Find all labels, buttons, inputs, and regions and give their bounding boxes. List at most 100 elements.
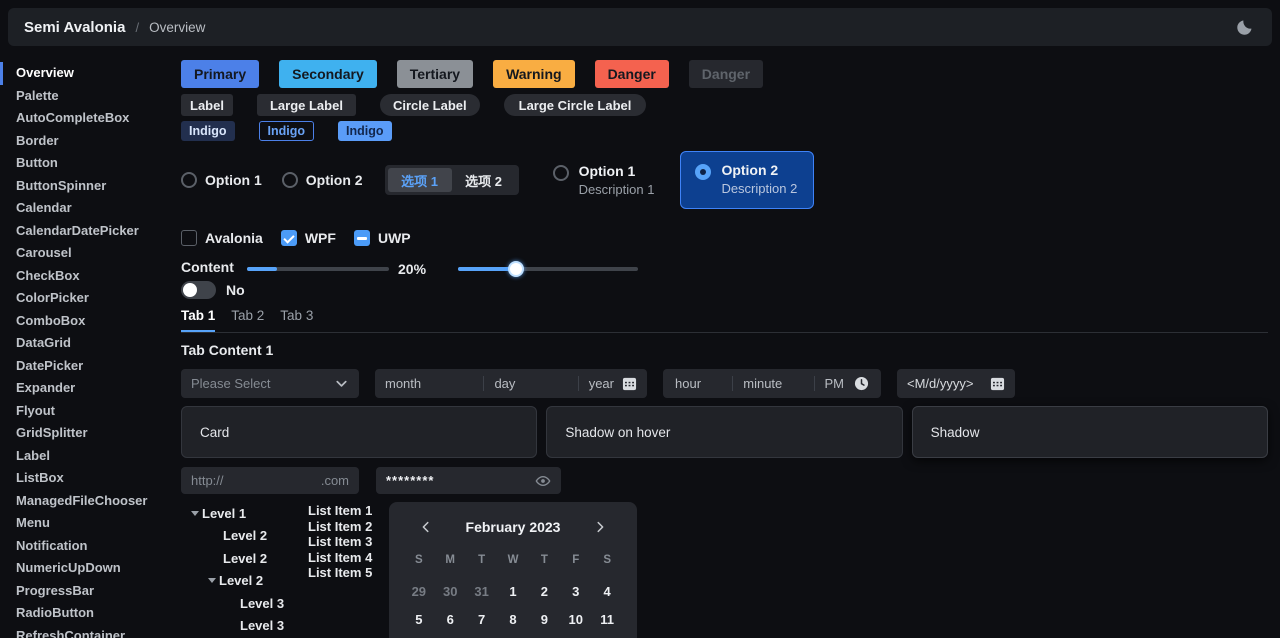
select-dropdown[interactable]: Please Select [181, 369, 359, 398]
card-shadow-on-hover[interactable]: Shadow on hover [546, 406, 902, 458]
tab-1[interactable]: Tab 1 [181, 308, 215, 332]
calendar-next-button[interactable] [589, 516, 611, 538]
calendar-date[interactable]: 12 [403, 634, 434, 638]
checkbox-avalonia[interactable]: Avalonia [181, 230, 263, 246]
tree-item-level-2[interactable]: Level 2 [181, 570, 308, 593]
sidebar-item-flyout[interactable]: Flyout [0, 400, 172, 423]
sidebar-item-colorpicker[interactable]: ColorPicker [0, 287, 172, 310]
sidebar-item-listbox[interactable]: ListBox [0, 467, 172, 490]
sidebar-item-palette[interactable]: Palette [0, 85, 172, 108]
sidebar-item-notification[interactable]: Notification [0, 535, 172, 558]
slider-thumb[interactable] [508, 261, 524, 277]
calendar-date[interactable]: 4 [591, 578, 622, 604]
list-item[interactable]: List Item 1 [308, 503, 386, 519]
triangle-down-icon[interactable] [205, 578, 219, 583]
breadcrumb-separator: / [135, 20, 139, 35]
calendar-date[interactable]: 30 [435, 578, 466, 604]
calendar-month-title[interactable]: February 2023 [466, 519, 561, 535]
segment-option-2[interactable]: 选项 2 [452, 168, 516, 192]
sidebar-item-combobox[interactable]: ComboBox [0, 310, 172, 333]
sidebar-item-expander[interactable]: Expander [0, 377, 172, 400]
slider-1[interactable] [247, 267, 389, 271]
calendar-date[interactable]: 13 [435, 634, 466, 638]
sidebar-item-button[interactable]: Button [0, 152, 172, 175]
radio-card-option-1[interactable]: Option 1 Description 1 [547, 159, 661, 201]
sidebar-item-datagrid[interactable]: DataGrid [0, 332, 172, 355]
calendar-date[interactable]: 10 [560, 606, 591, 632]
url-input[interactable]: http:// .com [181, 467, 359, 494]
checkbox-wpf[interactable]: WPF [281, 230, 336, 246]
segment-option-1[interactable]: 选项 1 [388, 168, 452, 192]
calendar-date[interactable]: 7 [466, 606, 497, 632]
calendar-prev-button[interactable] [415, 516, 437, 538]
sidebar-item-progressbar[interactable]: ProgressBar [0, 580, 172, 603]
eye-icon[interactable] [535, 473, 551, 489]
sidebar-item-gridsplitter[interactable]: GridSplitter [0, 422, 172, 445]
sidebar-item-menu[interactable]: Menu [0, 512, 172, 535]
checkbox-uwp[interactable]: UWP [354, 230, 411, 246]
triangle-down-icon[interactable] [188, 511, 202, 516]
tertiary-button[interactable]: Tertiary [397, 60, 473, 88]
calendar-date[interactable]: 9 [529, 606, 560, 632]
sidebar-item-checkbox[interactable]: CheckBox [0, 265, 172, 288]
toggle-switch[interactable] [181, 281, 216, 299]
list-item[interactable]: List Item 3 [308, 534, 386, 550]
calendar-date[interactable]: 6 [435, 606, 466, 632]
calendar-date[interactable]: 15 [497, 634, 528, 638]
time-meridiem-part[interactable]: PM [825, 376, 845, 391]
radio-option-1[interactable]: Option 1 [181, 172, 262, 188]
password-input[interactable]: ******** [376, 467, 561, 494]
date-year-part[interactable]: year [589, 376, 614, 391]
secondary-button[interactable]: Secondary [279, 60, 377, 88]
calendar-date[interactable]: 29 [403, 578, 434, 604]
date-picker[interactable]: month day year [375, 369, 647, 398]
list-item[interactable]: List Item 4 [308, 550, 386, 566]
calendar-date[interactable]: 16 [529, 634, 560, 638]
calendar-date[interactable]: 5 [403, 606, 434, 632]
tree-item-level-2[interactable]: Level 2 [181, 525, 308, 548]
warning-button[interactable]: Warning [493, 60, 574, 88]
calendar-date[interactable]: 2 [529, 578, 560, 604]
calendar-date[interactable]: 3 [560, 578, 591, 604]
sidebar-item-datepicker[interactable]: DatePicker [0, 355, 172, 378]
sidebar-item-label[interactable]: Label [0, 445, 172, 468]
calendar-date-picker[interactable]: <M/d/yyyy> [897, 369, 1015, 398]
radio-option-2[interactable]: Option 2 [282, 172, 363, 188]
date-month-part[interactable]: month [385, 376, 421, 391]
sidebar-item-calendardatepicker[interactable]: CalendarDatePicker [0, 220, 172, 243]
calendar-date[interactable]: 11 [591, 606, 622, 632]
time-picker[interactable]: hour minute PM [663, 369, 881, 398]
sidebar-item-numericupdown[interactable]: NumericUpDown [0, 557, 172, 580]
time-hour-part[interactable]: hour [675, 376, 701, 391]
sidebar-item-border[interactable]: Border [0, 130, 172, 153]
time-minute-part[interactable]: minute [743, 376, 782, 391]
sidebar-item-autocompletebox[interactable]: AutoCompleteBox [0, 107, 172, 130]
sidebar-item-radiobutton[interactable]: RadioButton [0, 602, 172, 625]
radio-card-option-2[interactable]: Option 2 Description 2 [680, 151, 814, 209]
calendar-date[interactable]: 17 [560, 634, 591, 638]
date-day-part[interactable]: day [494, 376, 515, 391]
calendar-date[interactable]: 14 [466, 634, 497, 638]
primary-button[interactable]: Primary [181, 60, 259, 88]
sidebar-item-managedfilechooser[interactable]: ManagedFileChooser [0, 490, 172, 513]
tree-item-level-1[interactable]: Level 1 [181, 502, 308, 525]
theme-toggle-button[interactable] [1232, 15, 1256, 39]
tab-3[interactable]: Tab 3 [280, 308, 313, 332]
calendar-date[interactable]: 31 [466, 578, 497, 604]
list-item[interactable]: List Item 2 [308, 519, 386, 535]
calendar-date[interactable]: 1 [497, 578, 528, 604]
sidebar-item-calendar[interactable]: Calendar [0, 197, 172, 220]
calendar-date[interactable]: 8 [497, 606, 528, 632]
list-item[interactable]: List Item 5 [308, 565, 386, 581]
sidebar-item-carousel[interactable]: Carousel [0, 242, 172, 265]
sidebar-item-buttonspinner[interactable]: ButtonSpinner [0, 175, 172, 198]
tree-item-level-3[interactable]: Level 3 [181, 592, 308, 615]
sidebar-item-refreshcontainer[interactable]: RefreshContainer [0, 625, 172, 638]
danger-button[interactable]: Danger [595, 60, 669, 88]
tree-item-level-3[interactable]: Level 3 [181, 615, 308, 638]
tab-2[interactable]: Tab 2 [231, 308, 264, 332]
calendar-date[interactable]: 18 [591, 634, 622, 638]
slider-2[interactable] [458, 267, 638, 271]
tree-item-level-2[interactable]: Level 2 [181, 547, 308, 570]
sidebar-item-overview[interactable]: Overview [0, 62, 172, 85]
